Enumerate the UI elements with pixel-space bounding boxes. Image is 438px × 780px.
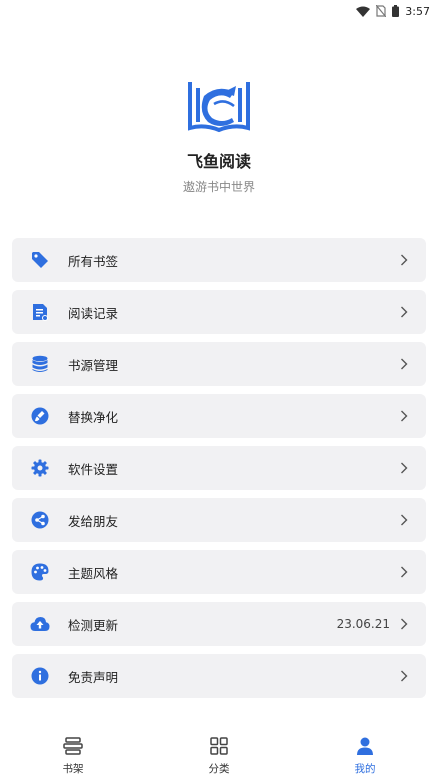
menu-item-label: 书源管理 <box>68 357 119 373</box>
status-bar: 3:57 <box>0 0 438 22</box>
chevron-right-icon <box>400 566 410 578</box>
clean-brush-icon <box>30 406 50 426</box>
nav-label: 书架 <box>62 762 84 775</box>
menu-item-share[interactable]: 发给朋友 <box>12 498 426 542</box>
menu-item-settings[interactable]: 软件设置 <box>12 446 426 490</box>
status-time: 3:57 <box>405 4 430 18</box>
person-icon <box>356 737 374 759</box>
menu-item-replace-clean[interactable]: 替换净化 <box>12 394 426 438</box>
chevron-right-icon <box>400 410 410 422</box>
app-logo <box>184 78 254 134</box>
reading-record-icon <box>30 302 50 322</box>
chevron-right-icon <box>400 462 410 474</box>
menu-item-label: 软件设置 <box>68 461 119 477</box>
app-logo-icon <box>188 82 250 133</box>
menu-item-theme[interactable]: 主题风格 <box>12 550 426 594</box>
chevron-right-icon <box>400 514 410 526</box>
database-icon <box>30 354 50 374</box>
palette-icon <box>30 562 50 582</box>
battery-icon <box>392 5 400 17</box>
menu-item-label: 阅读记录 <box>68 305 119 321</box>
chevron-right-icon <box>400 618 410 630</box>
nav-label: 我的 <box>354 762 376 775</box>
chevron-right-icon <box>400 306 410 318</box>
app-slogan: 遨游书中世界 <box>182 180 255 194</box>
share-icon <box>30 510 50 530</box>
menu-item-reading-history[interactable]: 阅读记录 <box>12 290 426 334</box>
chevron-right-icon <box>400 254 410 266</box>
gear-icon <box>30 458 50 478</box>
menu-item-check-update[interactable]: 检测更新 23.06.21 <box>12 602 426 646</box>
nav-tab-mine[interactable]: 我的 <box>325 737 405 776</box>
menu-item-label: 检测更新 <box>68 617 119 633</box>
bottom-nav: 书架 分类 我的 <box>0 732 438 780</box>
menu-item-label: 免责声明 <box>68 669 119 685</box>
menu-item-book-source[interactable]: 书源管理 <box>12 342 426 386</box>
nav-label: 分类 <box>208 762 230 775</box>
cloud-upload-icon <box>30 614 50 634</box>
menu-item-label: 所有书签 <box>68 253 119 269</box>
nav-tab-category[interactable]: 分类 <box>179 736 259 776</box>
menu-item-bookmarks[interactable]: 所有书签 <box>12 238 426 282</box>
wifi-icon <box>356 6 371 17</box>
chevron-right-icon <box>400 358 410 370</box>
menu-item-label: 主题风格 <box>68 565 119 581</box>
bookshelf-icon <box>63 736 83 759</box>
grid-icon <box>210 736 228 759</box>
app-name: 飞鱼阅读 <box>186 152 251 171</box>
menu-item-label: 发给朋友 <box>68 513 119 529</box>
settings-menu: 所有书签 阅读记录 书源管理 替换净化 软件设置 发给朋友 主题风格 检测更新 … <box>12 238 426 706</box>
no-sim-icon <box>376 5 387 17</box>
menu-item-disclaimer[interactable]: 免责声明 <box>12 654 426 698</box>
bookmark-tag-icon <box>30 250 50 270</box>
nav-tab-bookshelf[interactable]: 书架 <box>33 736 113 776</box>
version-value: 23.06.21 <box>336 617 390 631</box>
menu-item-label: 替换净化 <box>68 409 119 425</box>
chevron-right-icon <box>400 670 410 682</box>
info-icon <box>30 666 50 686</box>
